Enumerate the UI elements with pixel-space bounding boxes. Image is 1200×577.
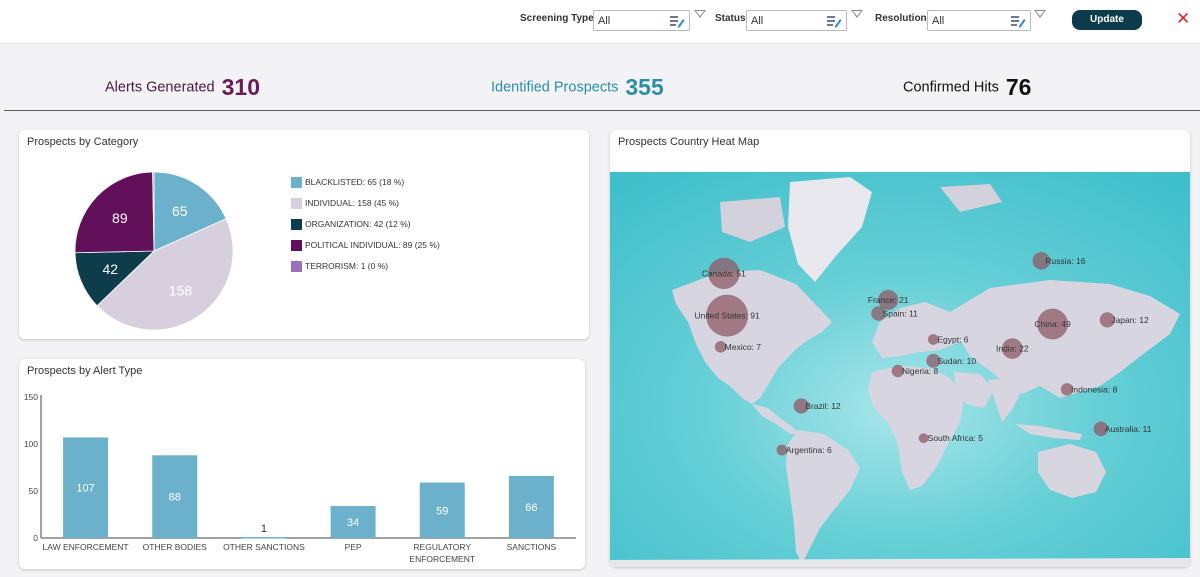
bar-value-label: 1 <box>261 523 267 535</box>
alert-type-panel: Prospects by Alert Type 0 50 100 150 107 LAW … <box>19 359 585 569</box>
map-marker-label: Egypt: 6 <box>937 334 968 344</box>
resolution-filter-icon[interactable] <box>1034 10 1046 18</box>
y-tick-label: 50 <box>29 486 39 496</box>
bar-value-label: 88 <box>169 492 181 504</box>
x-tick-label: OTHER SANCTIONS <box>223 542 305 552</box>
update-button[interactable]: Update <box>1072 10 1142 30</box>
legend-label: TERRORISM: 1 (0 %) <box>305 261 389 271</box>
bar-value-label: 107 <box>76 483 94 495</box>
legend-label: ORGANIZATION: 42 (12 %) <box>305 219 411 229</box>
world-map[interactable]: Canada: 51 United States: 91 Mexico: 7 Braz… <box>610 172 1190 567</box>
map-marker-label: India: 22 <box>996 344 1029 354</box>
legend-swatch <box>291 177 302 189</box>
kpi-divider <box>4 110 1200 111</box>
screening-type-select[interactable]: All <box>593 10 690 31</box>
category-panel: Prospects by Category 65 158 42 89 BLACKLIS… <box>19 130 589 339</box>
legend-swatch <box>291 261 302 273</box>
x-tick-label: LAW ENFORCEMENT <box>43 542 129 552</box>
legend-swatch <box>291 198 302 210</box>
y-tick-label: 0 <box>33 533 38 543</box>
x-tick-label: REGULATORY <box>413 542 471 552</box>
kpi-label: Alerts Generated <box>105 79 215 96</box>
kpi-label: Confirmed Hits <box>903 79 999 96</box>
map-marker-label: Spain: 11 <box>883 309 919 319</box>
legend-item[interactable]: INDIVIDUAL: 158 (45 %) <box>291 197 400 210</box>
status-select[interactable]: All <box>746 10 847 31</box>
bar-value-label: 34 <box>347 517 359 529</box>
status-label: Status <box>715 13 746 24</box>
map-marker-label: Brazil: 12 <box>805 401 841 411</box>
edit-list-icon <box>670 16 685 28</box>
legend-item[interactable]: ORGANIZATION: 42 (12 %) <box>291 218 411 231</box>
legend-swatch <box>291 240 302 252</box>
legend-swatch <box>291 219 302 231</box>
map-marker-label: Sudan: 10 <box>937 356 976 366</box>
legend-item[interactable]: POLITICAL INDIVIDUAL: 89 (25 %) <box>291 239 440 252</box>
map-marker-label: Japan: 12 <box>1111 315 1149 325</box>
map-marker-label: Mexico: 7 <box>725 342 762 352</box>
x-tick-label: OTHER BODIES <box>143 542 208 552</box>
pie-slice-label: 65 <box>172 203 188 219</box>
kpi-value: 76 <box>1005 74 1032 100</box>
kpi-identified-prospects: Identified Prospects 355 <box>491 74 664 102</box>
x-tick-label: SANCTIONS <box>507 542 557 552</box>
bar-value-label: 66 <box>525 502 537 514</box>
heatmap-panel-title: Prospects Country Heat Map <box>618 136 760 148</box>
map-marker-label: Australia: 11 <box>1105 424 1152 434</box>
edit-list-icon <box>1011 16 1026 28</box>
status-value: All <box>751 15 764 27</box>
filter-bar: Screening Type All Status All Resolution… <box>0 0 1200 44</box>
resolution-select[interactable]: All <box>927 10 1031 31</box>
kpi-alerts-generated: Alerts Generated 310 <box>105 74 260 102</box>
map-marker-label: Canada: 51 <box>702 268 746 278</box>
legend-item[interactable]: TERRORISM: 1 (0 %) <box>291 260 389 273</box>
map-marker-label: South Africa: 5 <box>928 433 984 443</box>
edit-list-icon <box>827 16 842 28</box>
map-marker-label: Russia: 16 <box>1045 256 1085 266</box>
kpi-label: Identified Prospects <box>491 79 619 96</box>
pie-slice-label: 158 <box>169 282 193 298</box>
resolution-value: All <box>932 15 945 27</box>
status-filter-icon[interactable] <box>851 10 863 18</box>
map-marker-label: Nigeria: 8 <box>902 366 939 376</box>
kpi-value: 310 <box>221 74 260 100</box>
y-tick-label: 150 <box>24 392 38 402</box>
map-marker-label: France: 21 <box>868 295 909 305</box>
alert-type-bar-chart: 0 50 100 150 107 LAW ENFORCEMENT 88 OTHER BODIE… <box>24 392 576 564</box>
resolution-label: Resolution <box>875 13 927 24</box>
legend-label: POLITICAL INDIVIDUAL: 89 (25 %) <box>305 240 440 250</box>
world-map-canvas[interactable]: Canada: 51 United States: 91 Mexico: 7 Braz… <box>610 172 1190 567</box>
screening-type-value: All <box>598 15 611 27</box>
bar-value-label: 59 <box>436 505 448 517</box>
close-icon[interactable]: ✕ <box>1176 9 1190 29</box>
y-tick-label: 100 <box>24 439 38 449</box>
kpi-confirmed-hits: Confirmed Hits 76 <box>903 74 1031 102</box>
legend-label: INDIVIDUAL: 158 (45 %) <box>305 198 400 208</box>
bar-other-sanctions[interactable] <box>241 537 287 539</box>
x-tick-label: ENFORCEMENT <box>409 554 475 564</box>
kpi-value: 355 <box>625 74 664 100</box>
map-marker-label: China: 49 <box>1034 319 1071 329</box>
map-marker-label: United States: 91 <box>695 311 760 321</box>
x-tick-label: PEP <box>345 542 362 552</box>
legend-label: BLACKLISTED: 65 (18 %) <box>305 177 405 187</box>
screening-type-label: Screening Type <box>520 13 594 24</box>
pie-slice-label: 42 <box>102 261 118 277</box>
category-pie-chart: 65 158 42 89 <box>74 171 234 331</box>
map-marker-label: Argentina: 6 <box>786 445 832 455</box>
legend-item[interactable]: BLACKLISTED: 65 (18 %) <box>291 176 405 189</box>
map-marker-label: Indonesia: 8 <box>1071 384 1118 394</box>
screening-type-filter-icon[interactable] <box>694 10 706 18</box>
pie-slice-label: 89 <box>112 210 128 226</box>
